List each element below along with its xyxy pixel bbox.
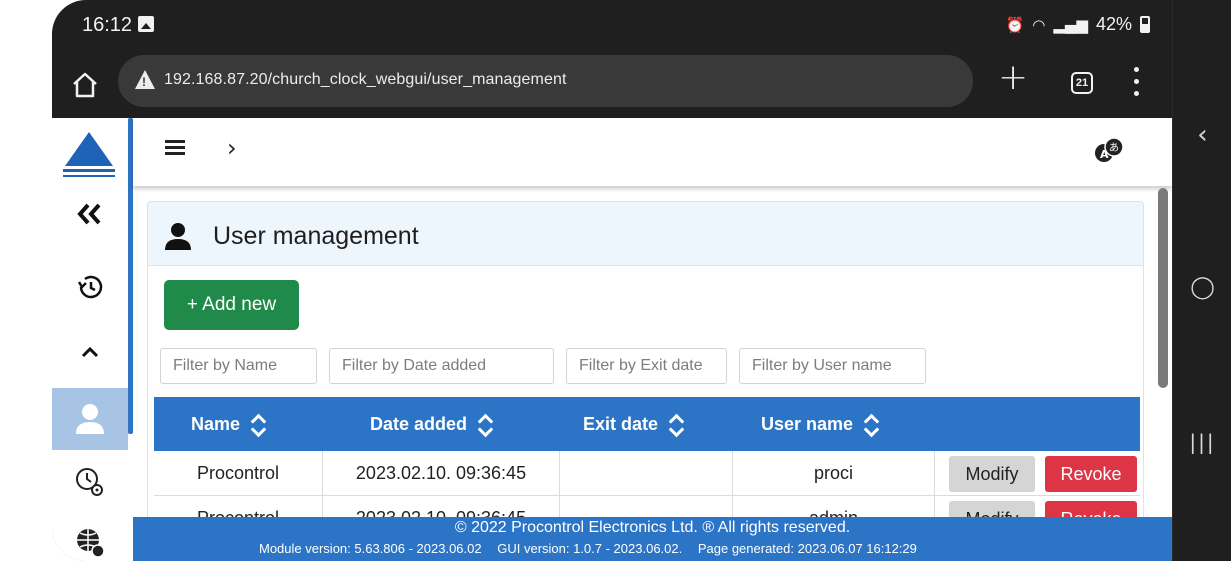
table-header: Name Date added Exit date User name: [154, 397, 1140, 451]
address-bar[interactable]: 192.168.87.20/church_clock_webgui/user_m…: [118, 55, 973, 107]
kebab-menu-icon[interactable]: [1134, 67, 1140, 99]
user-icon[interactable]: [52, 388, 128, 450]
add-new-button[interactable]: + Add new: [164, 280, 299, 330]
page-scrollbar[interactable]: [1158, 188, 1168, 388]
signal-icon: ▂▄▆: [1053, 15, 1088, 34]
cell-exit-date: [560, 451, 733, 496]
alarm-icon: ⏰: [1005, 15, 1025, 34]
gallery-notification-icon: [138, 16, 154, 32]
chevron-up-icon[interactable]: [52, 321, 128, 383]
column-header-user-name[interactable]: User name: [761, 412, 879, 436]
sort-icon[interactable]: [250, 412, 266, 436]
system-navigation-bar: ‹ ◯ |||: [1172, 0, 1231, 561]
battery-icon: [1140, 16, 1150, 33]
sidebar: [52, 118, 130, 561]
footer-copyright: © 2022 Procontrol Electronics Ltd. ® All…: [454, 519, 851, 536]
wifi-icon: ◠: [1032, 15, 1046, 34]
card-header: User management: [148, 202, 1143, 266]
filter-name-input[interactable]: [160, 348, 317, 384]
table-row: Procontrol 2023.02.10. 09:36:45 proci Mo…: [154, 451, 1140, 496]
warning-icon[interactable]: [135, 70, 155, 89]
topbar: › Aあ: [133, 118, 1172, 186]
column-header-exit-date[interactable]: Exit date: [583, 412, 684, 436]
filter-exit-date-input[interactable]: [566, 348, 727, 384]
globe-settings-icon[interactable]: [52, 511, 128, 561]
recents-icon[interactable]: |||: [1173, 430, 1231, 454]
history-icon[interactable]: [52, 256, 128, 318]
sort-icon[interactable]: [863, 412, 879, 436]
clock-settings-icon[interactable]: [52, 451, 128, 513]
module-version: Module version: 5.63.806 - 2023.06.02: [259, 541, 482, 556]
browser-toolbar: 192.168.87.20/church_clock_webgui/user_m…: [52, 52, 1172, 118]
filter-date-added-input[interactable]: [329, 348, 554, 384]
cell-user-name: proci: [733, 451, 935, 496]
url-text[interactable]: 192.168.87.20/church_clock_webgui/user_m…: [164, 71, 567, 89]
main-content: User management + Add new Name Date adde…: [133, 186, 1172, 521]
column-header-date-added[interactable]: Date added: [370, 412, 493, 436]
filter-user-name-input[interactable]: [739, 348, 926, 384]
modify-button[interactable]: Modify: [949, 456, 1035, 492]
phone-screen: 16:12 ⏰ ◠ ▂▄▆ 42% 192.168.87.20/church_c…: [52, 0, 1172, 561]
left-bezel: [0, 0, 52, 561]
hamburger-icon[interactable]: [165, 140, 185, 156]
back-icon[interactable]: ‹: [1173, 120, 1231, 150]
user-icon: [163, 222, 193, 250]
plus-icon[interactable]: +: [998, 60, 1028, 96]
sort-icon[interactable]: [668, 412, 684, 436]
sort-icon[interactable]: [477, 412, 493, 436]
status-indicators: ⏰ ◠ ▂▄▆ 42%: [1006, 14, 1150, 35]
page-generated: Page generated: 2023.06.07 16:12:29: [697, 541, 917, 556]
gui-version: GUI version: 1.0.7 - 2023.06.02.: [497, 541, 683, 556]
footer-versions: Module version: 5.63.806 - 2023.06.02 GU…: [259, 541, 929, 556]
user-management-card: User management + Add new Name Date adde…: [147, 201, 1144, 521]
status-time: 16:12: [82, 14, 133, 36]
chevron-right-icon[interactable]: ›: [227, 134, 237, 162]
footer: © 2022 Procontrol Electronics Ltd. ® All…: [133, 517, 1172, 561]
tabs-icon[interactable]: 21: [1071, 72, 1093, 94]
collapse-icon[interactable]: [52, 183, 128, 245]
cell-date-added: 2023.02.10. 09:36:45: [323, 451, 560, 496]
revoke-button[interactable]: Revoke: [1045, 456, 1137, 492]
home-icon[interactable]: [70, 70, 100, 100]
logo[interactable]: [59, 128, 119, 180]
cell-name: Procontrol: [154, 451, 323, 496]
language-icon[interactable]: Aあ: [1093, 137, 1125, 165]
page-title: User management: [213, 222, 419, 250]
home-circle-icon[interactable]: ◯: [1173, 275, 1231, 300]
web-page: › Aあ User management + Add new Filter by…: [52, 118, 1172, 561]
battery-percent: 42%: [1095, 14, 1132, 34]
status-bar: 16:12 ⏰ ◠ ▂▄▆ 42%: [52, 0, 1172, 50]
column-header-name[interactable]: Name: [191, 412, 266, 436]
svg-text:あ: あ: [1109, 142, 1119, 154]
